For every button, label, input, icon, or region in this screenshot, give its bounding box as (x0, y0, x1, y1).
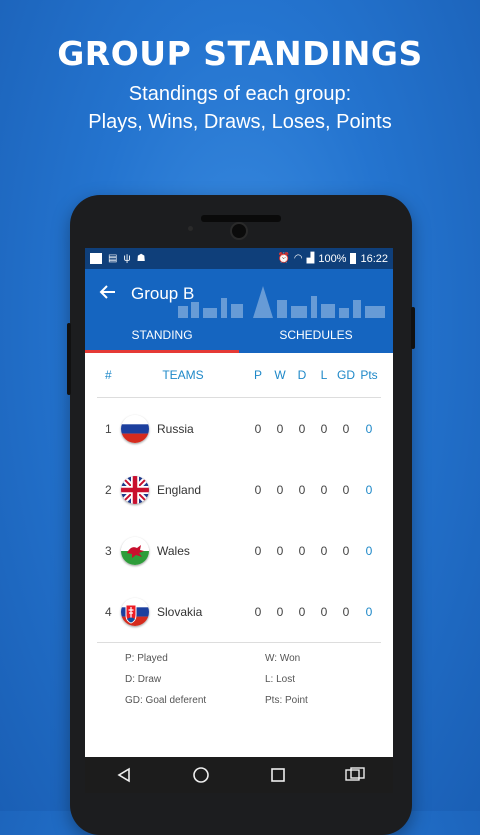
wifi-icon: ◠ (293, 252, 303, 264)
front-camera (230, 222, 248, 240)
stat-gd: 0 (342, 543, 350, 558)
slovakia-flag-icon (121, 597, 149, 626)
notification-icon (90, 253, 102, 264)
tab-indicator (85, 350, 239, 353)
promo-subtitle-line1: Standings of each group: (128, 83, 352, 105)
stat-p: 0 (254, 543, 262, 558)
legend-goal: GD: Goal deferent (125, 695, 207, 706)
status-bar: ▤ ψ ☗ ⏰ ◠ ▟ 100% 16:22 (85, 248, 393, 269)
sim-icon: ▤ (108, 252, 118, 264)
russia-flag-icon (121, 414, 149, 443)
team-name: Slovakia (157, 604, 203, 619)
android-icon: ☗ (136, 252, 146, 264)
row-pos: 1 (105, 421, 112, 436)
home-nav-icon[interactable] (186, 760, 216, 790)
header-gd: GD (337, 368, 355, 382)
union-jack-flag-icon (121, 475, 149, 504)
legend-lost: L: Lost (265, 674, 296, 685)
stat-gd: 0 (342, 482, 350, 497)
header-pts: Pts (360, 368, 378, 382)
header-l: L (320, 368, 328, 382)
city-skyline-decoration (178, 286, 385, 318)
back-nav-icon[interactable] (109, 760, 139, 790)
team-name: Russia (157, 421, 194, 436)
proximity-sensor (188, 226, 193, 231)
row-pos: 4 (105, 604, 112, 619)
stat-p: 0 (254, 482, 262, 497)
table-row[interactable]: 1 Russia 0 0 0 0 0 0 (97, 398, 381, 459)
tab-standing[interactable]: STANDING (85, 318, 239, 353)
legend-draw: D: Draw (125, 674, 162, 685)
row-pos: 2 (105, 482, 112, 497)
wales-flag-icon (121, 536, 149, 565)
table-row[interactable]: 4 Slovakia 0 0 0 0 0 0 (97, 581, 381, 642)
recents-nav-icon[interactable] (263, 760, 293, 790)
app-toolbar: Group B (85, 269, 393, 318)
volume-button (67, 323, 71, 395)
stat-w: 0 (276, 604, 284, 619)
back-arrow-icon[interactable] (85, 281, 131, 307)
stat-w: 0 (276, 482, 284, 497)
alarm-icon: ⏰ (277, 252, 290, 264)
standings-table: # TEAMS P W D L GD Pts 1 Russia 0 0 0 0 … (85, 353, 393, 642)
team-name: England (157, 482, 202, 497)
stat-d: 0 (298, 543, 306, 558)
battery-icon (350, 253, 357, 264)
header-teams: TEAMS (162, 368, 204, 382)
table-header: # TEAMS P W D L GD Pts (97, 353, 381, 398)
promo-title: GROUP STANDINGS (57, 34, 423, 73)
legend-played: P: Played (125, 653, 168, 664)
stat-gd: 0 (342, 421, 350, 436)
table-row[interactable]: 3 Wales 0 0 0 0 0 0 (97, 520, 381, 581)
phone-screen: ▤ ψ ☗ ⏰ ◠ ▟ 100% 16:22 Group B STANDING … (85, 248, 393, 793)
stat-d: 0 (298, 604, 306, 619)
row-pos: 3 (105, 543, 112, 558)
stat-p: 0 (254, 421, 262, 436)
legend-won: W: Won (265, 653, 301, 664)
stat-l: 0 (320, 604, 328, 619)
stat-p: 0 (254, 604, 262, 619)
header-w: W (274, 368, 286, 382)
header-p: P (253, 368, 262, 382)
legend: P: Played W: Won D: Draw L: Lost GD: Goa… (97, 642, 381, 706)
stat-l: 0 (320, 543, 328, 558)
phone-frame: ▤ ψ ☗ ⏰ ◠ ▟ 100% 16:22 Group B STANDING … (67, 195, 415, 835)
power-button (411, 307, 415, 349)
usb-icon: ψ (123, 252, 131, 264)
stat-w: 0 (276, 543, 284, 558)
stat-l: 0 (320, 482, 328, 497)
screen-switch-icon[interactable] (340, 760, 370, 790)
navigation-bar (85, 757, 393, 793)
stat-d: 0 (298, 421, 306, 436)
stat-gd: 0 (342, 604, 350, 619)
earpiece-speaker (201, 215, 281, 222)
battery-percent: 100% (318, 252, 347, 265)
team-name: Wales (157, 543, 190, 558)
stat-pts: 0 (365, 482, 373, 497)
header-d: D (297, 368, 307, 382)
header-pos: # (105, 368, 112, 382)
stat-l: 0 (320, 421, 328, 436)
legend-points: Pts: Point (265, 695, 308, 706)
tab-schedules[interactable]: SCHEDULES (239, 318, 393, 353)
stat-pts: 0 (365, 421, 373, 436)
stat-pts: 0 (365, 604, 373, 619)
status-time: 16:22 (360, 252, 388, 265)
tab-bar: STANDING SCHEDULES (85, 318, 393, 353)
stat-pts: 0 (365, 543, 373, 558)
promo-subtitle-line2: Plays, Wins, Draws, Loses, Points (88, 111, 392, 133)
table-row[interactable]: 2 England 0 0 0 0 0 0 (97, 459, 381, 520)
stat-d: 0 (298, 482, 306, 497)
signal-icon: ▟ (306, 252, 315, 264)
stat-w: 0 (276, 421, 284, 436)
